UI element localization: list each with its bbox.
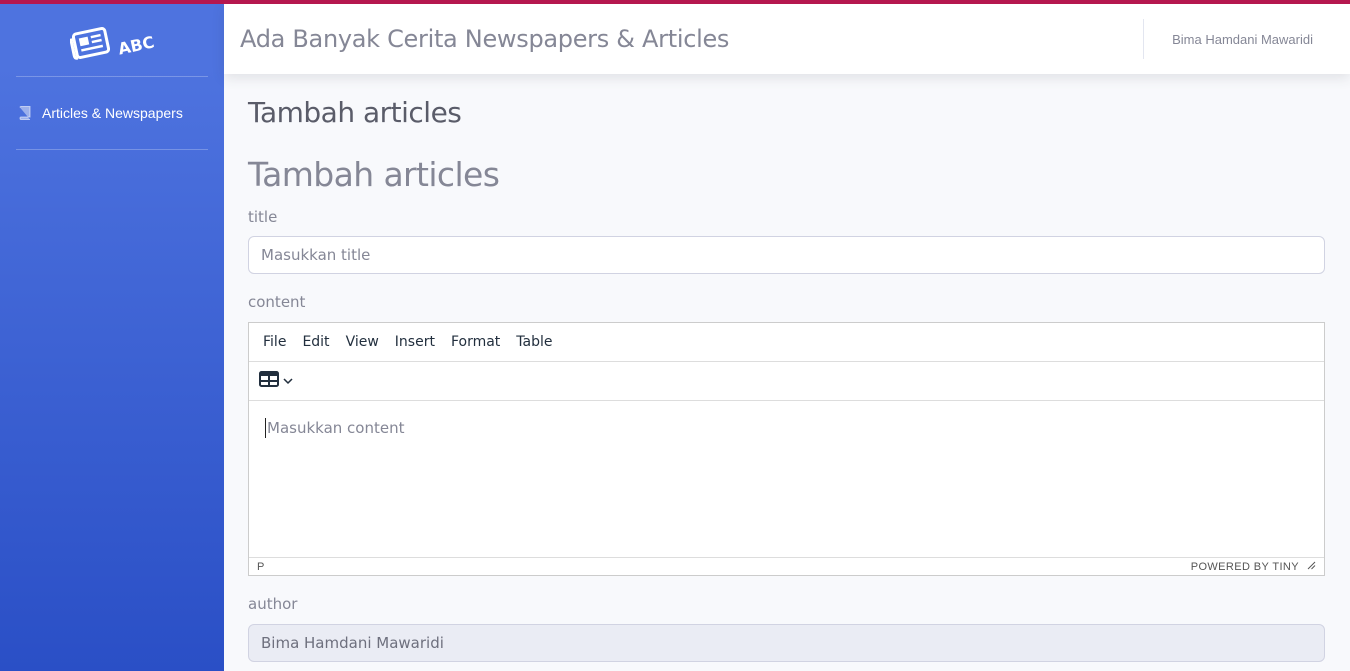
menu-insert[interactable]: Insert [387,334,443,350]
book-icon [18,106,32,120]
app-title: Ada Banyak Cerita Newspapers & Articles [240,25,730,53]
sidebar: ABC Articles & Newspapers [0,0,224,671]
user-menu[interactable]: Bima Hamdani Mawaridi [1144,32,1350,47]
element-path[interactable]: P [257,561,264,573]
resize-handle-icon[interactable] [1307,561,1316,573]
editor-menubar: File Edit View Insert Format Table [249,323,1324,362]
form-heading: Tambah articles [248,155,500,194]
editor-toolbar [249,362,1324,401]
menu-view[interactable]: View [338,334,387,350]
menu-table[interactable]: Table [508,334,560,350]
editor-statusbar: P POWERED BY TINY [249,557,1324,575]
title-input[interactable]: Masukkan title [248,236,1325,274]
page-title: Tambah articles [248,96,462,129]
sidebar-item-label: Articles & Newspapers [42,105,183,121]
newspaper-icon [69,26,112,65]
top-accent-bar [0,0,1350,4]
menu-file[interactable]: File [255,334,294,350]
powered-by-link[interactable]: POWERED BY TINY [1191,561,1299,573]
author-label: author [248,595,298,613]
sidebar-divider [16,149,208,150]
table-dropdown-button[interactable] [259,370,293,392]
main-content: Tambah articles Tambah articles title Ma… [248,74,1325,662]
menu-edit[interactable]: Edit [294,334,337,350]
content-editor: File Edit View Insert Format Table Masuk… [248,322,1325,576]
content-label: content [248,293,306,311]
table-icon [259,370,279,392]
editor-placeholder: Masukkan content [267,419,405,437]
menu-format[interactable]: Format [443,334,508,350]
editor-body[interactable]: Masukkan content [249,401,1324,557]
author-input[interactable]: Bima Hamdani Mawaridi [248,624,1325,662]
text-caret [265,418,266,438]
title-label: title [248,208,278,226]
brand-text: ABC [116,31,156,59]
brand-logo[interactable]: ABC [0,0,224,76]
topbar: Ada Banyak Cerita Newspapers & Articles … [224,4,1350,74]
chevron-down-icon [283,372,293,390]
sidebar-item-articles-newspapers[interactable]: Articles & Newspapers [0,77,224,149]
